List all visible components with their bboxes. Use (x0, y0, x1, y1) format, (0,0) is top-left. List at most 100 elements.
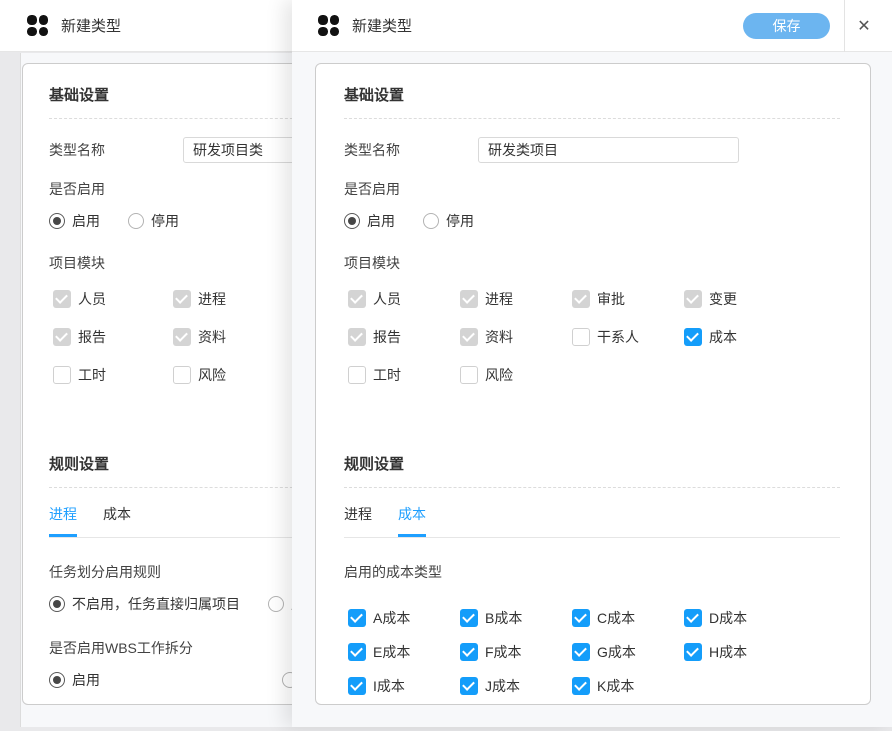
checkbox-label[interactable]: C成本 (597, 608, 635, 628)
tab-cost[interactable]: 成本 (398, 504, 426, 537)
cost-checkbox-item: I成本 (348, 676, 460, 696)
cost-checkbox-item: A成本 (348, 608, 460, 628)
checkbox-label[interactable]: E成本 (373, 642, 410, 662)
radio-label[interactable]: 启用 (72, 211, 100, 231)
back-drawer-header: 新建类型 (0, 0, 292, 52)
checkbox-unchecked-icon[interactable] (173, 366, 191, 384)
checkbox-label[interactable]: 干系人 (597, 327, 639, 347)
radio-selected-icon[interactable] (344, 213, 360, 229)
checkbox-label[interactable]: 成本 (709, 327, 737, 347)
checkbox-label[interactable]: 报告 (78, 327, 106, 347)
checkbox-checked-icon[interactable] (572, 609, 590, 627)
checkbox-label[interactable]: 进程 (198, 289, 226, 309)
checkbox-label[interactable]: G成本 (597, 642, 636, 662)
checkbox-label[interactable]: 工时 (78, 365, 106, 385)
checkbox-label[interactable]: 人员 (78, 289, 106, 309)
checkbox-checked-disabled-icon[interactable] (348, 290, 366, 308)
module-checkbox-item: 工时 (348, 365, 460, 385)
checkbox-label[interactable]: 报告 (373, 327, 401, 347)
type-name-input[interactable] (478, 137, 739, 163)
radio-unselected-icon[interactable] (268, 596, 284, 612)
checkbox-label[interactable]: 风险 (198, 365, 226, 385)
tab-cost[interactable]: 成本 (103, 504, 131, 537)
checkbox-checked-icon[interactable] (684, 328, 702, 346)
radio-selected-icon[interactable] (49, 596, 65, 612)
checkbox-checked-disabled-icon[interactable] (348, 328, 366, 346)
radio-label[interactable]: 停用 (151, 211, 179, 231)
module-checkbox-item: 风险 (173, 365, 293, 385)
radio-label[interactable]: 不启用，任务直接归属项目 (72, 594, 240, 614)
checkbox-unchecked-icon[interactable] (572, 328, 590, 346)
checkbox-checked-disabled-icon[interactable] (572, 290, 590, 308)
app-grid-icon (318, 15, 339, 36)
close-icon[interactable]: ✕ (852, 0, 876, 52)
checkbox-checked-disabled-icon[interactable] (53, 290, 71, 308)
module-checkbox-item: 进程 (173, 289, 293, 309)
checkbox-checked-disabled-icon[interactable] (53, 328, 71, 346)
tab-process[interactable]: 进程 (49, 504, 77, 537)
checkbox-checked-icon[interactable] (460, 609, 478, 627)
checkbox-label[interactable]: B成本 (485, 608, 522, 628)
front-drawer-header: 新建类型 保存 ✕ (292, 0, 892, 52)
checkbox-checked-icon[interactable] (684, 609, 702, 627)
cost-checkbox-item: K成本 (572, 676, 684, 696)
save-button[interactable]: 保存 (743, 13, 830, 39)
cost-checkbox-item: D成本 (684, 608, 796, 628)
checkbox-label[interactable]: 工时 (373, 365, 401, 385)
checkbox-unchecked-icon[interactable] (460, 366, 478, 384)
header-divider (844, 0, 845, 52)
checkbox-unchecked-icon[interactable] (53, 366, 71, 384)
checkbox-checked-icon[interactable] (684, 643, 702, 661)
radio-selected-icon[interactable] (49, 672, 65, 688)
checkbox-label[interactable]: I成本 (373, 676, 405, 696)
checkbox-label[interactable]: 资料 (198, 327, 226, 347)
rules-tabbar: 进程 成本 (344, 504, 840, 538)
checkbox-checked-icon[interactable] (348, 677, 366, 695)
checkbox-checked-icon[interactable] (572, 677, 590, 695)
checkbox-checked-disabled-icon[interactable] (684, 290, 702, 308)
module-checkbox-item: 资料 (173, 327, 293, 347)
checkbox-checked-icon[interactable] (460, 643, 478, 661)
cost-checkbox-item: F成本 (460, 642, 572, 662)
checkbox-label[interactable]: 审批 (597, 289, 625, 309)
checkbox-checked-icon[interactable] (348, 609, 366, 627)
checkbox-label[interactable]: F成本 (485, 642, 522, 662)
module-checkbox-item: 报告 (53, 327, 173, 347)
radio-unselected-icon[interactable] (128, 213, 144, 229)
checkbox-checked-disabled-icon[interactable] (173, 328, 191, 346)
checkbox-unchecked-icon[interactable] (348, 366, 366, 384)
module-checkbox-item: 成本 (684, 327, 796, 347)
checkbox-checked-disabled-icon[interactable] (460, 328, 478, 346)
checkbox-label[interactable]: J成本 (485, 676, 520, 696)
radio-label[interactable]: 启用 (367, 211, 395, 231)
front-settings-card: 基础设置 类型名称 是否启用 启用 停用 项目模块 (315, 63, 871, 705)
radio-label[interactable]: 启用 (72, 670, 100, 690)
radio-label[interactable]: 停用 (446, 211, 474, 231)
checkbox-checked-icon[interactable] (348, 643, 366, 661)
radio-unselected-icon[interactable] (423, 213, 439, 229)
checkbox-label[interactable]: 变更 (709, 289, 737, 309)
radio-selected-icon[interactable] (49, 213, 65, 229)
divider (344, 118, 840, 119)
checkbox-checked-icon[interactable] (572, 643, 590, 661)
checkbox-checked-disabled-icon[interactable] (173, 290, 191, 308)
checkbox-label[interactable]: D成本 (709, 608, 747, 628)
checkbox-label[interactable]: A成本 (373, 608, 410, 628)
checkbox-label[interactable]: 进程 (485, 289, 513, 309)
radio-option-enabled: 启用 (344, 211, 395, 231)
type-name-label: 类型名称 (344, 140, 478, 160)
tab-process[interactable]: 进程 (344, 504, 372, 537)
checkbox-label[interactable]: K成本 (597, 676, 634, 696)
enable-label: 是否启用 (344, 179, 840, 199)
checkbox-label[interactable]: 资料 (485, 327, 513, 347)
module-checkbox-item: 人员 (348, 289, 460, 309)
checkbox-checked-icon[interactable] (460, 677, 478, 695)
checkbox-checked-disabled-icon[interactable] (460, 290, 478, 308)
radio-option-disabled: 停用 (128, 211, 179, 231)
checkbox-label[interactable]: 风险 (485, 365, 513, 385)
module-checkbox-item: 审批 (572, 289, 684, 309)
checkbox-label[interactable]: H成本 (709, 642, 747, 662)
checkbox-label[interactable]: 人员 (373, 289, 401, 309)
modules-grid: 人员 进程 审批 变更 报告 (348, 289, 840, 385)
module-checkbox-item: 干系人 (572, 327, 684, 347)
